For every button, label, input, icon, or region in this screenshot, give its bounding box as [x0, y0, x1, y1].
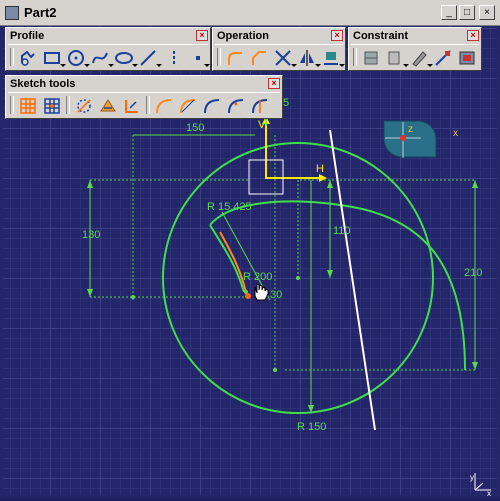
profile-icon[interactable] [18, 48, 38, 68]
circle-center-point [296, 276, 300, 280]
dimension-130-label[interactable]: 130 [82, 229, 100, 241]
contact-constraint-icon[interactable] [409, 48, 429, 68]
chamfer-icon[interactable] [249, 48, 269, 68]
profile-toolbar[interactable]: Profile × [5, 27, 211, 71]
dimension-5-label[interactable]: 5 [283, 97, 289, 109]
sketch-tools-toolbar[interactable]: Sketch tools × [5, 75, 283, 119]
spline-icon[interactable] [90, 48, 110, 68]
h-axis-label: H [316, 163, 324, 175]
axis-triad-icon: y x [469, 470, 495, 501]
operation-toolbar[interactable]: Operation × [212, 27, 346, 71]
window-title: Part2 [24, 5, 57, 20]
grid-icon[interactable] [18, 96, 38, 116]
dimension-r150-label[interactable]: R 150 [297, 421, 326, 433]
close-button[interactable]: × [479, 5, 495, 20]
dimension-arrowhead [87, 180, 93, 188]
dimension-arrowhead [472, 180, 478, 188]
toolbar-grip[interactable] [353, 48, 357, 66]
construction-line [329, 129, 376, 431]
dimension-150-label[interactable]: 150 [186, 122, 204, 134]
axis-y-label: y [470, 473, 474, 482]
project-3d-icon[interactable] [321, 48, 341, 68]
dimension-arrowhead [87, 289, 93, 297]
constraint-dialog-icon[interactable] [361, 48, 381, 68]
animate-constraint-icon[interactable] [457, 48, 477, 68]
dimension-210-label[interactable]: 210 [464, 267, 482, 279]
arc-option-5-icon[interactable] [250, 96, 270, 116]
minimize-button[interactable]: _ [441, 5, 457, 20]
dimensional-constraints-icon[interactable] [122, 96, 142, 116]
selected-endpoint [245, 293, 251, 299]
circle-icon[interactable] [66, 48, 86, 68]
arc-r15 [209, 224, 245, 293]
v-axis-label: V [258, 119, 266, 131]
arc-option-4-icon[interactable] [226, 96, 246, 116]
rectangle-icon[interactable] [42, 48, 62, 68]
geometrical-constraints-icon[interactable] [98, 96, 118, 116]
axis-x-label: x [487, 489, 491, 496]
axis-icon[interactable] [164, 48, 184, 68]
dimension-arrowhead [472, 362, 478, 370]
sketch-point [273, 368, 277, 372]
part-document-icon [5, 6, 19, 20]
arc-option-2-icon[interactable] [178, 96, 198, 116]
sketch-tools-toolbar-title: Sketch tools [10, 78, 76, 90]
compass-widget[interactable]: z x [381, 118, 465, 181]
dimension-30-label[interactable]: 30 [270, 289, 282, 301]
hand-cursor-icon [254, 283, 269, 301]
operation-toolbar-title: Operation [217, 30, 269, 42]
toolbar-grip[interactable] [10, 48, 14, 66]
compass-x-label: x [453, 128, 458, 139]
sketch-tools-toolbar-close-button[interactable]: × [268, 78, 280, 89]
mirror-icon[interactable] [297, 48, 317, 68]
constraint-toolbar-close-button[interactable]: × [467, 30, 479, 41]
constraint-toolbar-title: Constraint [353, 30, 408, 42]
constraint-toolbar[interactable]: Constraint × [348, 27, 482, 71]
toolbar-grip[interactable] [217, 48, 221, 66]
window-titlebar[interactable]: Part2 _ □ × [0, 0, 500, 26]
dimension-r15-label[interactable]: R 15.425 [207, 201, 252, 213]
construction-element-icon[interactable] [74, 96, 94, 116]
maximize-button[interactable]: □ [459, 5, 475, 20]
snap-to-point-icon[interactable] [42, 96, 62, 116]
sketch-point [131, 295, 135, 299]
ellipse-icon[interactable] [114, 48, 134, 68]
profile-toolbar-title: Profile [10, 30, 45, 42]
compass-z-label: z [408, 124, 413, 135]
arc-option-3-icon[interactable] [202, 96, 222, 116]
dimension-arrowhead [327, 180, 333, 188]
auto-constraint-icon[interactable] [433, 48, 453, 68]
arc-option-1-icon[interactable] [154, 96, 174, 116]
line-icon[interactable] [138, 48, 158, 68]
operation-toolbar-close-button[interactable]: × [331, 30, 343, 41]
corner-icon[interactable] [225, 48, 245, 68]
h-axis-arrowhead [319, 174, 327, 182]
constraint-icon[interactable] [385, 48, 405, 68]
profile-toolbar-close-button[interactable]: × [196, 30, 208, 41]
dimension-arrowhead [327, 270, 333, 278]
trim-icon[interactable] [273, 48, 293, 68]
dimension-r200-label[interactable]: R 200 [243, 271, 272, 283]
catia-part-window: Part2 _ □ × 150 130 R 15.425 110 210 R 2… [0, 0, 500, 498]
toolbar-grip[interactable] [10, 96, 14, 114]
dimension-110-label[interactable]: 110 [333, 225, 351, 237]
